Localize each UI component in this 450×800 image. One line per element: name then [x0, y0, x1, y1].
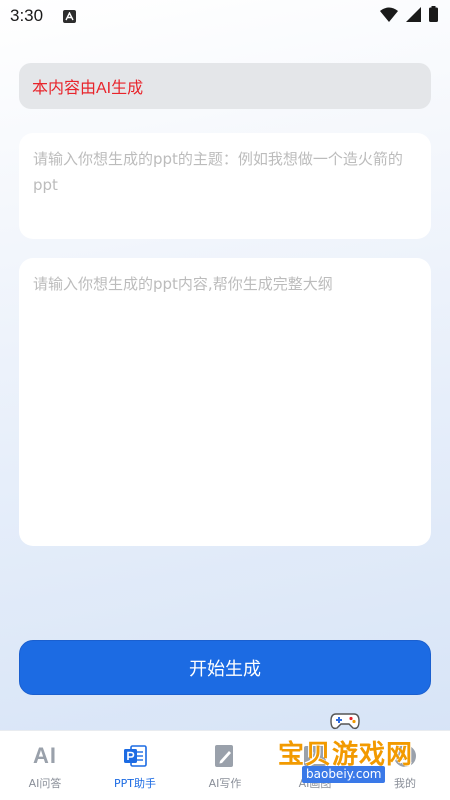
content-input[interactable]: [19, 258, 431, 546]
notice-text: 本内容由AI生成: [32, 80, 144, 97]
ai-text-icon: AI: [33, 743, 57, 768]
ai-generated-notice: 本内容由AI生成: [19, 63, 431, 109]
image-icon: [301, 743, 329, 769]
topic-input[interactable]: [19, 133, 431, 239]
ppt-icon: [121, 743, 149, 769]
signal-icon: [406, 6, 421, 26]
nav-label-ai-drawing: AI画图: [298, 777, 332, 790]
a-icon: [63, 9, 77, 23]
content-input-box[interactable]: [19, 258, 431, 546]
profile-icon: [391, 743, 419, 769]
wifi-icon: [380, 7, 398, 26]
nav-item-ai-qa[interactable]: AI AI问答: [0, 731, 90, 800]
status-indicators: [380, 6, 438, 26]
nav-label-ppt-assistant: PPT助手: [114, 777, 156, 790]
nav-item-mine[interactable]: 我的: [360, 731, 450, 800]
pen-paper-icon: [211, 743, 239, 769]
start-generate-label: 开始生成: [189, 658, 261, 680]
nav-label-ai-qa: AI问答: [28, 777, 62, 790]
status-time: 3:30: [10, 6, 44, 25]
nav-item-ai-drawing[interactable]: AI画图: [270, 731, 360, 800]
start-generate-button[interactable]: 开始生成: [19, 640, 431, 695]
topic-input-box[interactable]: [19, 133, 431, 239]
bottom-nav: AI AI问答 PPT助手 AI写作 AI画图 我的: [0, 730, 450, 800]
status-bar: 3:30: [0, 0, 450, 32]
nav-label-mine: 我的: [394, 777, 416, 790]
nav-label-ai-writing: AI写作: [208, 777, 242, 790]
battery-icon: [429, 6, 438, 26]
nav-item-ppt-assistant[interactable]: PPT助手: [90, 731, 180, 800]
nav-item-ai-writing[interactable]: AI写作: [180, 731, 270, 800]
